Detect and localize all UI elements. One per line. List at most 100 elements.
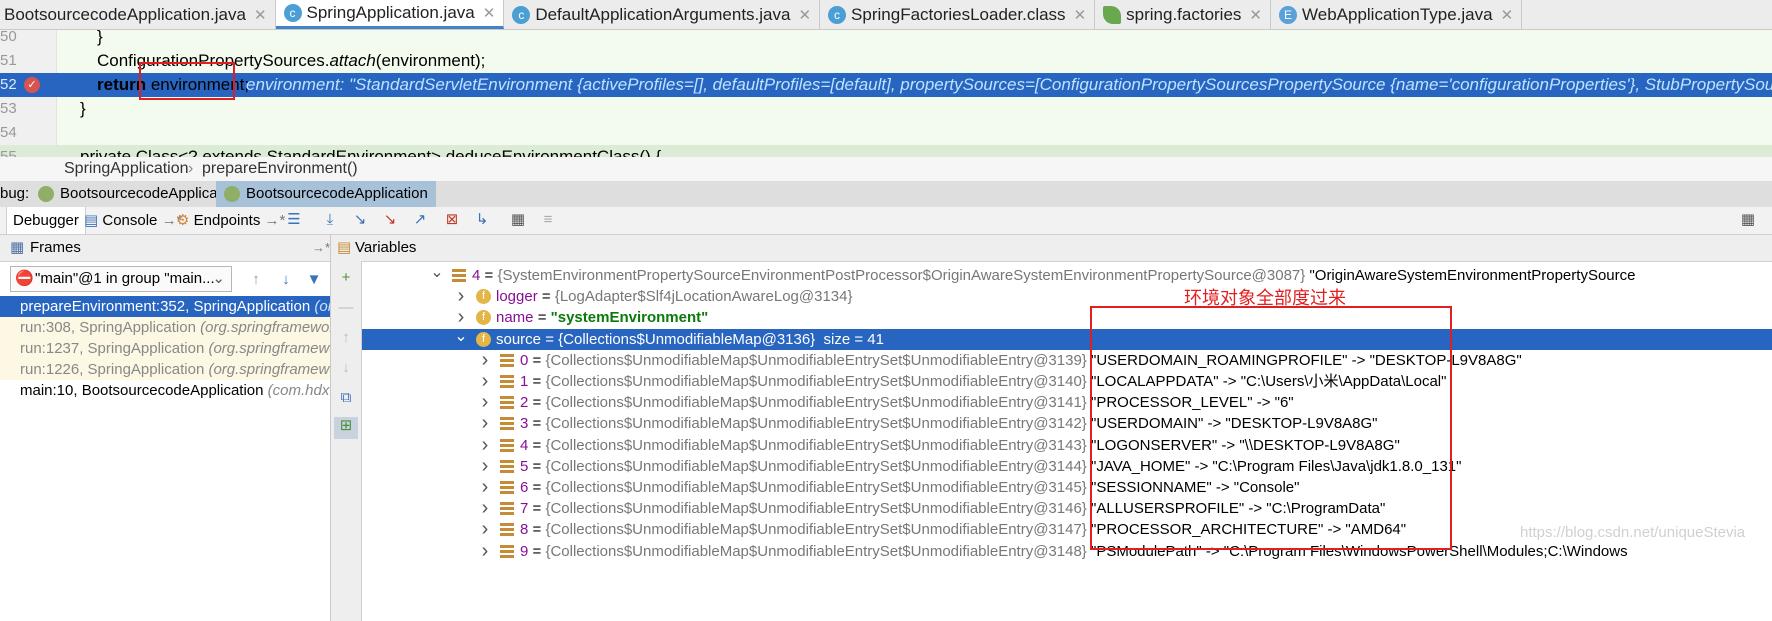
chevron-down-icon[interactable]: ⌄ xyxy=(454,328,468,345)
variable-type: {Collections$UnmodifiableMap$Unmodifiabl… xyxy=(545,436,1087,454)
chevron-right-icon[interactable]: › xyxy=(478,413,492,433)
chevron-right-icon[interactable]: › xyxy=(478,456,492,476)
variable-row[interactable]: › f name = "systemEnvironment" xyxy=(362,307,1772,328)
variable-row[interactable]: › 1 = {Collections$UnmodifiableMap$Unmodi… xyxy=(362,371,1772,392)
chevron-right-icon[interactable]: › xyxy=(478,477,492,497)
enum-icon: E xyxy=(1279,5,1297,24)
variables-tree[interactable]: ⌄ 4 = {SystemEnvironmentPropertySourceEnv… xyxy=(362,262,1772,621)
close-icon[interactable]: ✕ xyxy=(483,4,496,22)
copy-icon[interactable]: ⧉ xyxy=(336,389,356,407)
pin-icon[interactable]: →* xyxy=(312,235,330,261)
breadcrumb: SpringApplication › prepareEnvironment() xyxy=(0,157,1772,182)
chevron-right-icon[interactable]: › xyxy=(454,286,468,306)
remove-watch-icon[interactable]: — xyxy=(336,299,356,317)
frame-item[interactable]: run:308, SpringApplication (org.springfr… xyxy=(0,317,330,338)
trace-icon[interactable]: ≡ xyxy=(538,211,558,229)
thread-selector[interactable]: ⛔ "main"@1 in group "main... ⌄ xyxy=(10,266,232,292)
next-frame-icon[interactable]: ↓ xyxy=(276,271,296,289)
debug-session-tab-active[interactable]: BootsourcecodeApplication xyxy=(216,181,436,207)
tab-defaultapplicationarguments[interactable]: c DefaultApplicationArguments.java ✕ xyxy=(504,0,821,29)
variable-row[interactable]: › 3 = {Collections$UnmodifiableMap$Unmodi… xyxy=(362,413,1772,434)
variable-text: name = "systemEnvironment" xyxy=(496,307,708,328)
breakpoint-icon[interactable]: ✓ xyxy=(24,77,40,93)
variable-row[interactable]: › 9 = {Collections$UnmodifiableMap$Unmodi… xyxy=(362,541,1772,562)
close-icon[interactable]: ✕ xyxy=(1074,6,1087,24)
move-up-icon[interactable]: ↑ xyxy=(336,329,356,347)
step-over-icon[interactable]: ⤓ xyxy=(320,211,340,229)
variable-equals: = xyxy=(528,351,546,369)
breadcrumb-class[interactable]: SpringApplication xyxy=(64,157,189,181)
entry-icon xyxy=(452,269,466,282)
tab-endpoints[interactable]: ⚙ Endpoints →* xyxy=(170,207,291,234)
tab-label: spring.factories xyxy=(1126,4,1242,24)
code-method: attach xyxy=(329,51,376,70)
line-number: 52 xyxy=(0,76,17,93)
line-number: 53 xyxy=(0,100,17,117)
tab-spring-factories[interactable]: spring.factories ✕ xyxy=(1095,0,1271,29)
chevron-down-icon[interactable]: ⌄ xyxy=(430,265,444,281)
frame-item[interactable]: run:1237, SpringApplication (org.springf… xyxy=(0,338,330,359)
show-execution-point-icon[interactable]: ☰ xyxy=(284,211,304,229)
layout-icon[interactable]: ▦ xyxy=(1738,211,1758,229)
force-step-into-icon[interactable]: ↘ xyxy=(380,211,400,229)
variable-equals: = xyxy=(541,330,559,348)
session-label: BootsourcecodeApplication xyxy=(60,185,242,202)
code-line: 50 } xyxy=(0,30,1772,49)
frame-item[interactable]: main:10, BootsourcecodeApplication (com.… xyxy=(0,380,330,401)
frame-item[interactable]: prepareEnvironment:352, SpringApplicatio… xyxy=(0,296,330,317)
chevron-right-icon[interactable]: › xyxy=(454,307,468,327)
annotation-box xyxy=(1090,306,1452,550)
frame-text: run:1237, SpringApplication xyxy=(20,340,205,357)
chevron-right-icon[interactable]: › xyxy=(478,498,492,518)
close-icon[interactable]: ✕ xyxy=(1501,6,1514,24)
variable-value: "OriginAwareSystemEnvironmentPropertySou… xyxy=(1305,267,1636,284)
variable-row[interactable]: › 5 = {Collections$UnmodifiableMap$Unmodi… xyxy=(362,456,1772,477)
step-out-icon[interactable]: ↗ xyxy=(410,211,430,229)
variable-row[interactable]: › f logger = {LogAdapter$Slf4jLocationAwar… xyxy=(362,286,1772,307)
code-editor[interactable]: 50 } 51 ConfigurationPropertySources.att… xyxy=(0,30,1772,157)
tab-label: DefaultApplicationArguments.java xyxy=(535,4,791,24)
tab-springfactoriesloader[interactable]: c SpringFactoriesLoader.class ✕ xyxy=(820,0,1096,29)
console-icon: ▤ xyxy=(84,212,99,229)
variable-row[interactable]: › 6 = {Collections$UnmodifiableMap$Unmodi… xyxy=(362,477,1772,498)
chevron-right-icon[interactable]: › xyxy=(478,541,492,561)
entry-icon xyxy=(500,417,514,431)
variable-row[interactable]: › 0 = {Collections$UnmodifiableMap$Unmodi… xyxy=(362,350,1772,371)
entry-icon xyxy=(500,375,514,388)
variable-row[interactable]: › 2 = {Collections$UnmodifiableMap$Unmodi… xyxy=(362,392,1772,413)
chevron-right-icon[interactable]: › xyxy=(478,519,492,539)
entry-icon xyxy=(500,353,514,367)
move-down-icon[interactable]: ↓ xyxy=(336,359,356,377)
variable-row[interactable]: ⌄ f source = {Collections$UnmodifiableMap@… xyxy=(362,328,1772,350)
code-text: } xyxy=(97,30,103,46)
frame-item[interactable]: run:1226, SpringApplication (org.springf… xyxy=(0,359,330,380)
close-icon[interactable]: ✕ xyxy=(254,6,267,24)
line-number: 54 xyxy=(0,124,17,141)
tab-debugger[interactable]: Debugger xyxy=(6,207,86,234)
step-into-icon[interactable]: ↘ xyxy=(350,211,370,229)
chevron-right-icon[interactable]: › xyxy=(478,392,492,412)
tab-bootsourcecodeapplication[interactable]: BootsourcecodeApplication.java ✕ xyxy=(0,0,276,29)
show-watches-icon[interactable]: ⊞ xyxy=(334,417,358,439)
run-to-cursor-icon[interactable]: ↳ xyxy=(472,211,492,229)
breadcrumb-separator: › xyxy=(188,160,194,177)
tab-springapplication[interactable]: c SpringApplication.java ✕ xyxy=(275,0,505,29)
new-watch-icon[interactable]: + xyxy=(336,269,356,287)
chevron-right-icon[interactable]: › xyxy=(478,350,492,370)
close-icon[interactable]: ✕ xyxy=(798,6,811,24)
previous-frame-icon[interactable]: ↑ xyxy=(246,271,266,289)
chevron-right-icon[interactable]: › xyxy=(478,435,492,455)
breadcrumb-method[interactable]: prepareEnvironment() xyxy=(202,157,358,181)
filter-icon[interactable]: ▼ xyxy=(304,271,324,289)
variable-type: {Collections$UnmodifiableMap$Unmodifiabl… xyxy=(545,479,1087,496)
tab-webapplicationtype[interactable]: E WebApplicationType.java ✕ xyxy=(1271,0,1523,29)
variable-row[interactable]: ⌄ 4 = {SystemEnvironmentPropertySourceEnv… xyxy=(362,265,1772,286)
variable-equals: = xyxy=(528,436,546,454)
variable-row[interactable]: › 4 = {Collections$UnmodifiableMap$Unmodi… xyxy=(362,435,1772,456)
chevron-right-icon[interactable]: › xyxy=(478,371,492,391)
close-icon[interactable]: ✕ xyxy=(1249,6,1262,24)
drop-frame-icon[interactable]: ⊠ xyxy=(442,211,462,229)
frame-package: (org.springframework xyxy=(208,361,330,378)
evaluate-expression-icon[interactable]: ▦ xyxy=(508,211,528,229)
variable-row[interactable]: › 7 = {Collections$UnmodifiableMap$Unmodi… xyxy=(362,498,1772,519)
